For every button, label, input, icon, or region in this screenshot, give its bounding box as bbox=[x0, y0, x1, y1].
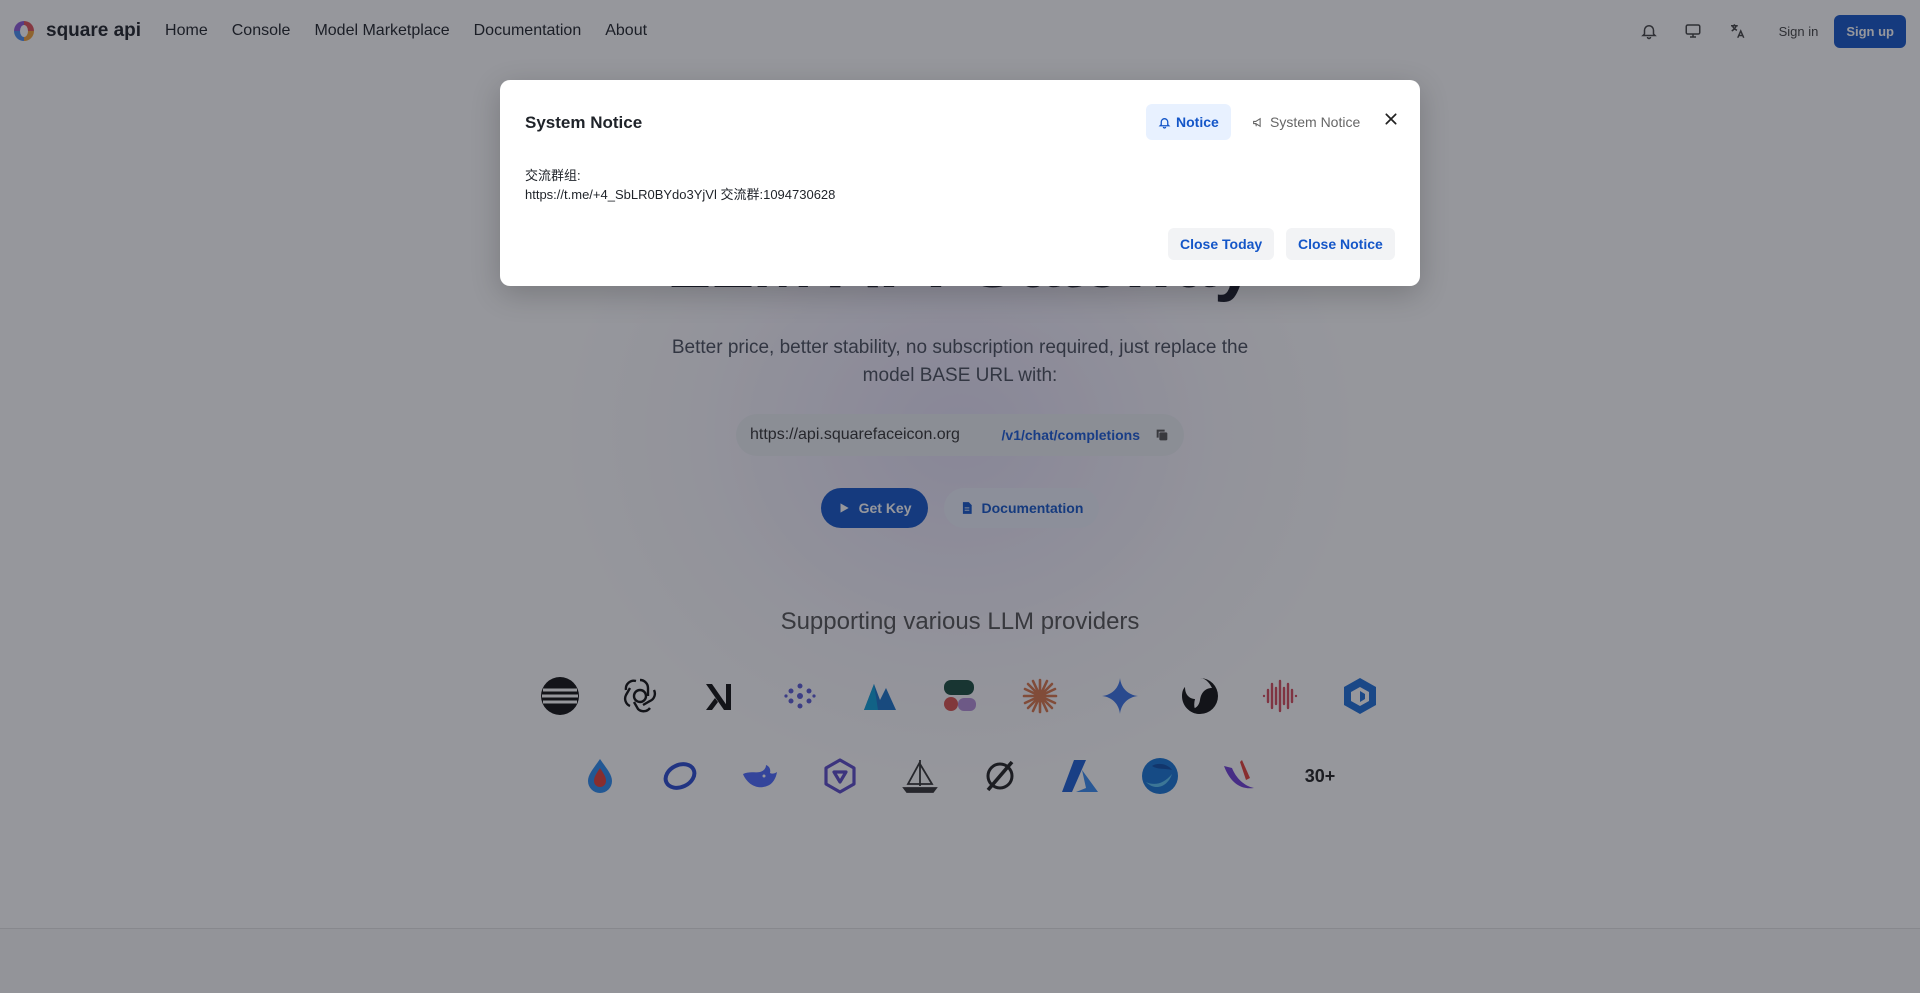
system-notice-modal: System Notice Notice System Notice 交流群组:… bbox=[500, 80, 1420, 286]
modal-title: System Notice bbox=[525, 113, 643, 132]
megaphone-icon bbox=[1253, 117, 1261, 127]
tab-system-notice[interactable]: System Notice bbox=[1240, 104, 1372, 140]
tab-system-notice-label: System Notice bbox=[1270, 114, 1361, 130]
close-icon[interactable] bbox=[1380, 108, 1402, 130]
close-today-button[interactable]: Close Today bbox=[1168, 228, 1275, 260]
tab-notice-label: Notice bbox=[1176, 114, 1219, 130]
tab-notice[interactable]: Notice bbox=[1146, 104, 1231, 140]
modal-body: 交流群组: https://t.me/+4_SbLR0BYdo3YjVl 交流群… bbox=[525, 166, 835, 204]
close-notice-button[interactable]: Close Notice bbox=[1286, 228, 1395, 260]
modal-body-line-2: https://t.me/+4_SbLR0BYdo3YjVl 交流群:10947… bbox=[525, 187, 836, 202]
modal-body-line-1: 交流群组: bbox=[525, 168, 581, 183]
bell-icon bbox=[1158, 117, 1171, 129]
